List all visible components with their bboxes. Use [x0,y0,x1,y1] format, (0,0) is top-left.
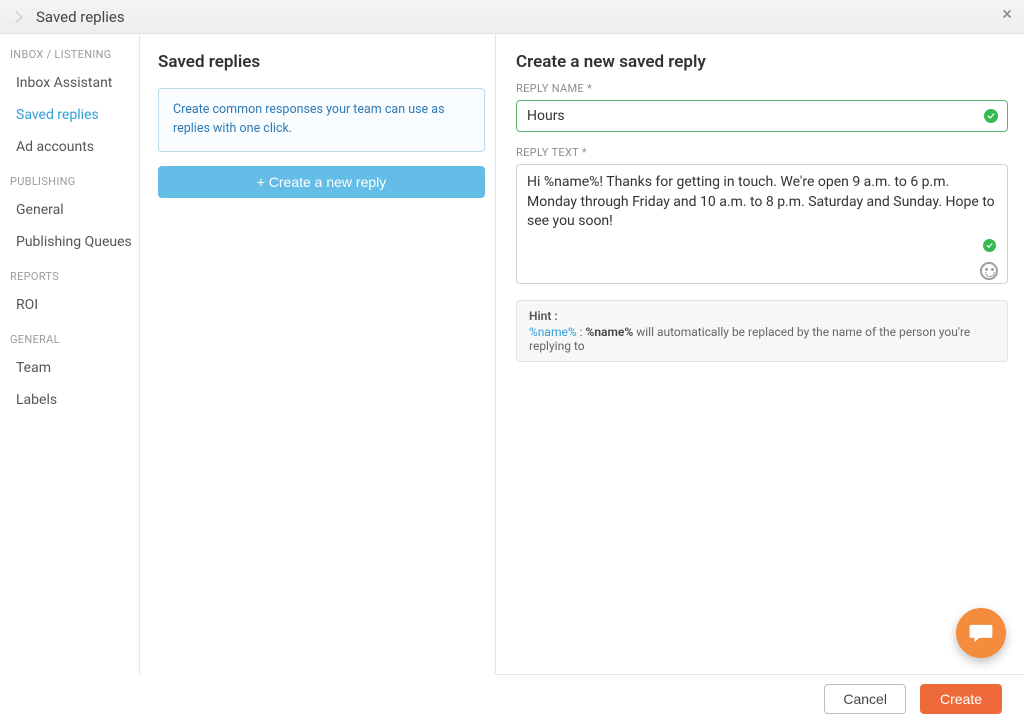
app-window: Saved replies × INBOX / LISTENING Inbox … [0,0,1024,722]
sidebar-item-inbox-assistant[interactable]: Inbox Assistant [8,67,139,99]
form-footer: Cancel Create [496,674,1024,722]
sidebar-section-general: GENERAL [10,333,139,346]
reply-name-input[interactable] [516,100,1008,132]
reply-text-input[interactable] [516,164,1008,284]
sidebar-item-labels[interactable]: Labels [8,384,139,416]
modal-header: Saved replies × [0,0,1024,34]
sidebar-item-publishing-queues[interactable]: Publishing Queues [8,226,139,258]
reply-text-label: REPLY TEXT * [516,146,1008,159]
sidebar-item-roi[interactable]: ROI [8,289,139,321]
form-title: Create a new saved reply [516,52,1008,72]
create-new-reply-button[interactable]: + Create a new reply [158,166,485,198]
hint-variable-bold: %name% [585,325,633,339]
reply-name-wrapper [516,100,1008,132]
hint-box: Hint : %name% : %name% will automaticall… [516,300,1008,362]
create-reply-form: Create a new saved reply REPLY NAME * RE… [496,34,1024,674]
close-icon[interactable]: × [1002,6,1012,24]
hint-title: Hint : [529,309,995,323]
sidebar-item-general[interactable]: General [8,194,139,226]
reply-name-label: REPLY NAME * [516,82,1008,95]
create-button[interactable]: Create [920,684,1002,714]
sidebar-item-ad-accounts[interactable]: Ad accounts [8,131,139,163]
valid-check-icon [984,109,998,123]
cancel-button[interactable]: Cancel [824,684,906,714]
settings-sidebar: INBOX / LISTENING Inbox Assistant Saved … [0,34,140,674]
hint-variable-highlight: %name% [529,325,577,339]
chevron-right-icon [12,10,26,24]
saved-replies-panel: Saved replies Create common responses yo… [140,34,496,674]
modal-body: INBOX / LISTENING Inbox Assistant Saved … [0,34,1024,674]
emoji-picker-icon[interactable] [980,262,998,280]
hint-body: %name% : %name% will automatically be re… [529,325,995,353]
sidebar-section-reports: REPORTS [10,270,139,283]
sidebar-item-team[interactable]: Team [8,352,139,384]
chat-bubble-fab[interactable] [956,608,1006,658]
reply-text-wrapper [516,164,1008,288]
info-callout: Create common responses your team can us… [158,88,485,152]
sidebar-item-saved-replies[interactable]: Saved replies [8,99,139,131]
valid-check-icon [983,239,996,252]
sidebar-section-inbox: INBOX / LISTENING [10,48,139,61]
chat-icon [968,620,994,646]
breadcrumb-title: Saved replies [36,8,125,26]
panel-title: Saved replies [158,52,485,72]
sidebar-section-publishing: PUBLISHING [10,175,139,188]
